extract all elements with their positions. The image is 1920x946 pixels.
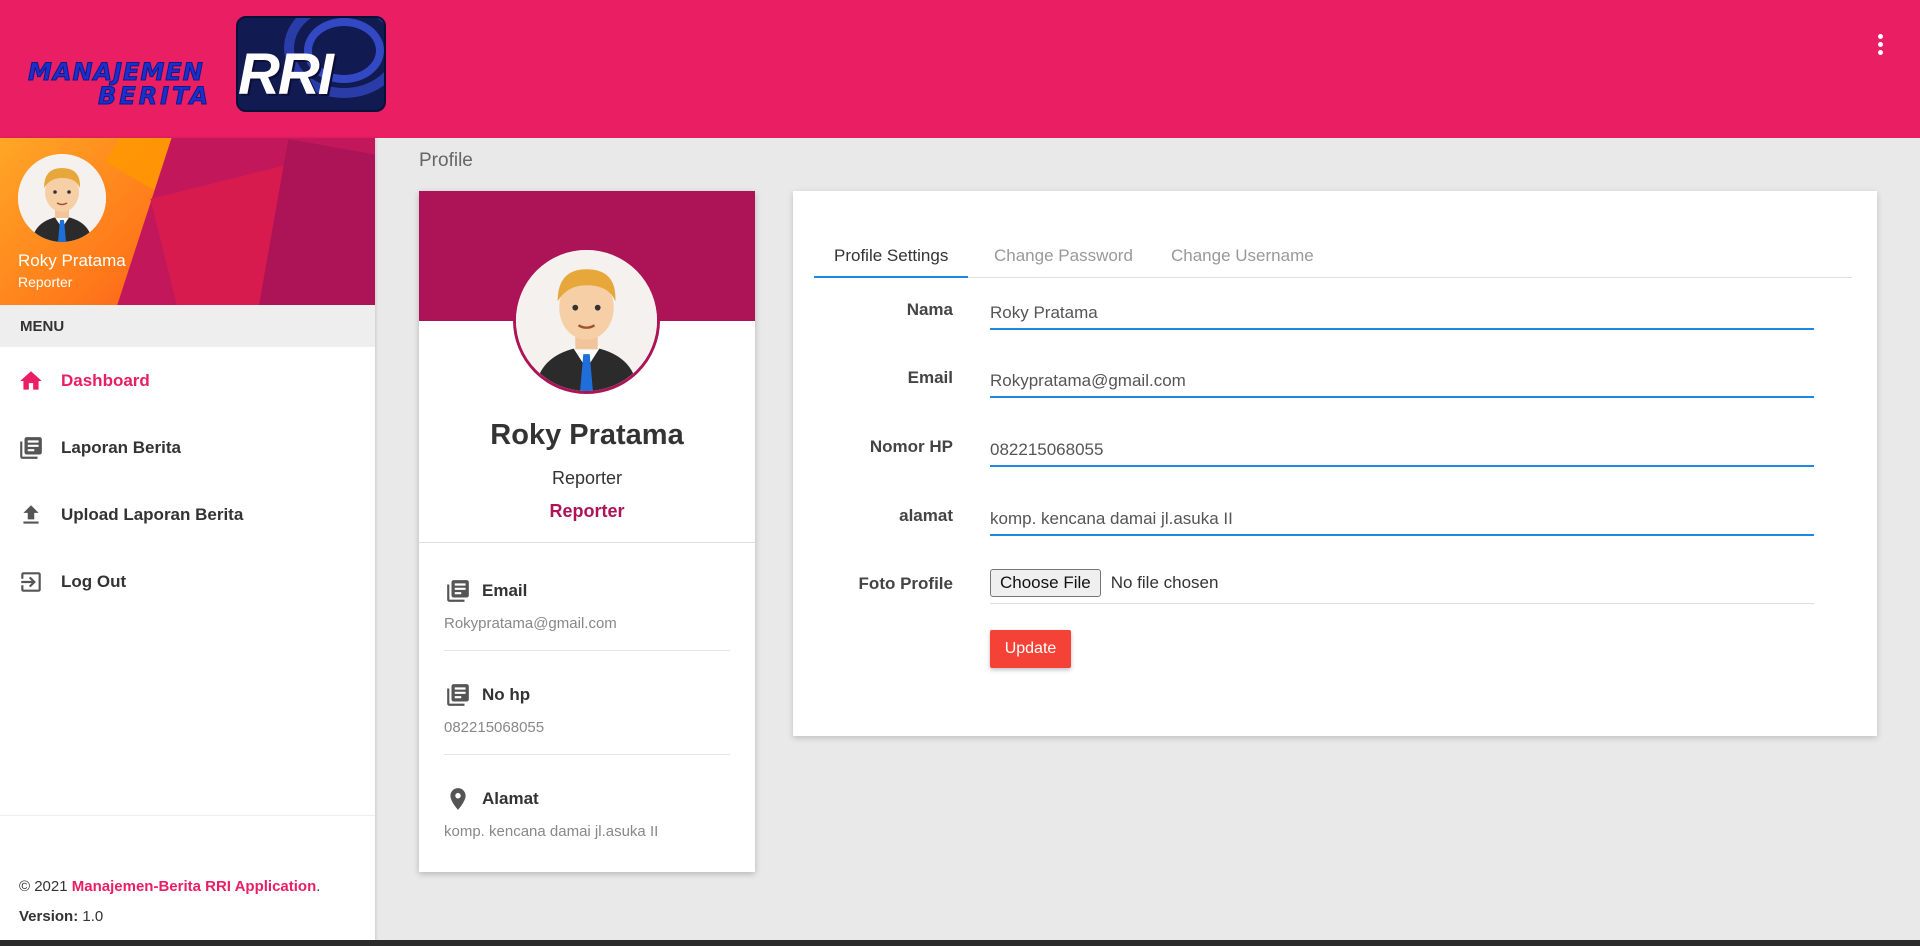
info-title: Email: [482, 581, 528, 600]
profile-name: Roky Pratama: [490, 419, 684, 451]
sidebar-item-label: Log Out: [61, 571, 127, 591]
profile-info-email: Email Rokypratama@gmail.com: [444, 577, 730, 651]
alamat-label: alamat: [899, 506, 953, 525]
profile-role-highlight: Reporter: [549, 501, 625, 521]
info-title: No hp: [482, 685, 531, 704]
profile-info-address: Alamat komp. kencana damai jl.asuka II: [444, 785, 730, 840]
sidebar-user-info: Roky Pratama Reporter: [0, 138, 375, 305]
form-row-nama: Nama: [793, 288, 1877, 332]
tab-profile-settings[interactable]: Profile Settings: [814, 228, 969, 278]
sidebar-footer: © 2021 Manajemen-Berita RRI Application.…: [0, 815, 375, 946]
sidebar-user-role: Reporter: [18, 274, 73, 290]
email-label: Email: [907, 368, 953, 387]
version-value: 1.0: [82, 908, 104, 925]
app-logo[interactable]: MANAJEMEN BERITA RRI: [28, 16, 386, 112]
sidebar-item-laporan-berita[interactable]: Laporan Berita: [0, 414, 375, 481]
library-books-icon: [444, 681, 472, 709]
profile-role: Reporter: [551, 468, 623, 488]
home-icon: [18, 368, 44, 394]
logout-icon: [18, 569, 44, 595]
top-bar: MANAJEMEN BERITA RRI: [0, 0, 1920, 138]
tab-change-username[interactable]: Change Username: [1151, 228, 1334, 278]
menu-header: MENU: [0, 305, 375, 347]
sidebar-user-name: Roky Pratama: [18, 251, 126, 270]
sidebar-item-upload-laporan-berita[interactable]: Upload Laporan Berita: [0, 481, 375, 548]
divider: [419, 542, 755, 543]
info-value: 082215068055: [444, 719, 545, 736]
sidebar-item-label: Dashboard: [61, 370, 150, 390]
form-row-foto-profile: Foto Profile Choose File No file chosen: [793, 562, 1877, 606]
choose-file-button[interactable]: Choose File: [990, 568, 1101, 597]
sidebar-item-dashboard[interactable]: Dashboard: [0, 347, 375, 414]
tab-change-password[interactable]: Change Password: [974, 228, 1153, 278]
copyright-text: © 2021: [19, 878, 68, 895]
foto-profile-label: Foto Profile: [858, 574, 953, 593]
copyright-line: © 2021 Manajemen-Berita RRI Application.: [19, 878, 375, 908]
info-value: komp. kencana damai jl.asuka II: [444, 823, 659, 840]
library-books-icon: [444, 577, 472, 605]
logo-line2: BERITA: [98, 82, 212, 110]
library-books-icon: [18, 435, 44, 461]
footer-period: .: [316, 878, 321, 895]
upload-icon: [18, 502, 44, 528]
settings-tabs: Profile Settings Change Password Change …: [814, 228, 1852, 278]
form-row-nomor-hp: Nomor HP: [793, 425, 1877, 469]
info-title: Alamat: [482, 789, 539, 808]
nama-label: Nama: [906, 300, 953, 319]
sidebar-item-label: Laporan Berita: [61, 437, 181, 457]
avatar: [18, 154, 106, 242]
logo-emblem: RRI: [236, 16, 386, 112]
version-label: Version:: [19, 908, 79, 925]
logo-mark: RRI: [238, 42, 334, 107]
foto-profile-file-input: Choose File No file chosen: [990, 562, 1814, 604]
nomor-hp-label: Nomor HP: [869, 437, 953, 456]
nomor-hp-field[interactable]: [990, 425, 1814, 467]
file-status: No file chosen: [1110, 572, 1219, 592]
email-field[interactable]: [990, 356, 1814, 398]
sidebar-item-log-out[interactable]: Log Out: [0, 548, 375, 615]
logo-line1: MANAJEMEN: [28, 58, 204, 86]
profile-card: Roky Pratama Reporter Reporter Email Rok…: [419, 191, 755, 872]
location-pin-icon: [444, 785, 472, 813]
more-vert-icon[interactable]: [1876, 34, 1884, 56]
update-button[interactable]: Update: [990, 630, 1071, 668]
alamat-field[interactable]: [990, 494, 1814, 536]
nama-field[interactable]: [990, 288, 1814, 330]
profile-info-phone: No hp 082215068055: [444, 681, 730, 755]
version-line: Version: 1.0: [19, 908, 375, 938]
form-row-email: Email: [793, 356, 1877, 400]
settings-card: Profile Settings Change Password Change …: [793, 191, 1877, 736]
sidebar: Roky Pratama Reporter MENU Dashboard Lap…: [0, 138, 375, 946]
info-value: Rokypratama@gmail.com: [444, 615, 617, 632]
sidebar-item-label: Upload Laporan Berita: [61, 504, 244, 524]
logo-wordmark: MANAJEMEN BERITA: [28, 58, 228, 110]
bottom-strip: [0, 940, 1920, 946]
page-title: Profile: [419, 150, 473, 171]
footer-brand-link[interactable]: Manajemen-Berita RRI Application: [72, 878, 316, 895]
form-row-alamat: alamat: [793, 494, 1877, 538]
profile-avatar: [513, 247, 660, 394]
